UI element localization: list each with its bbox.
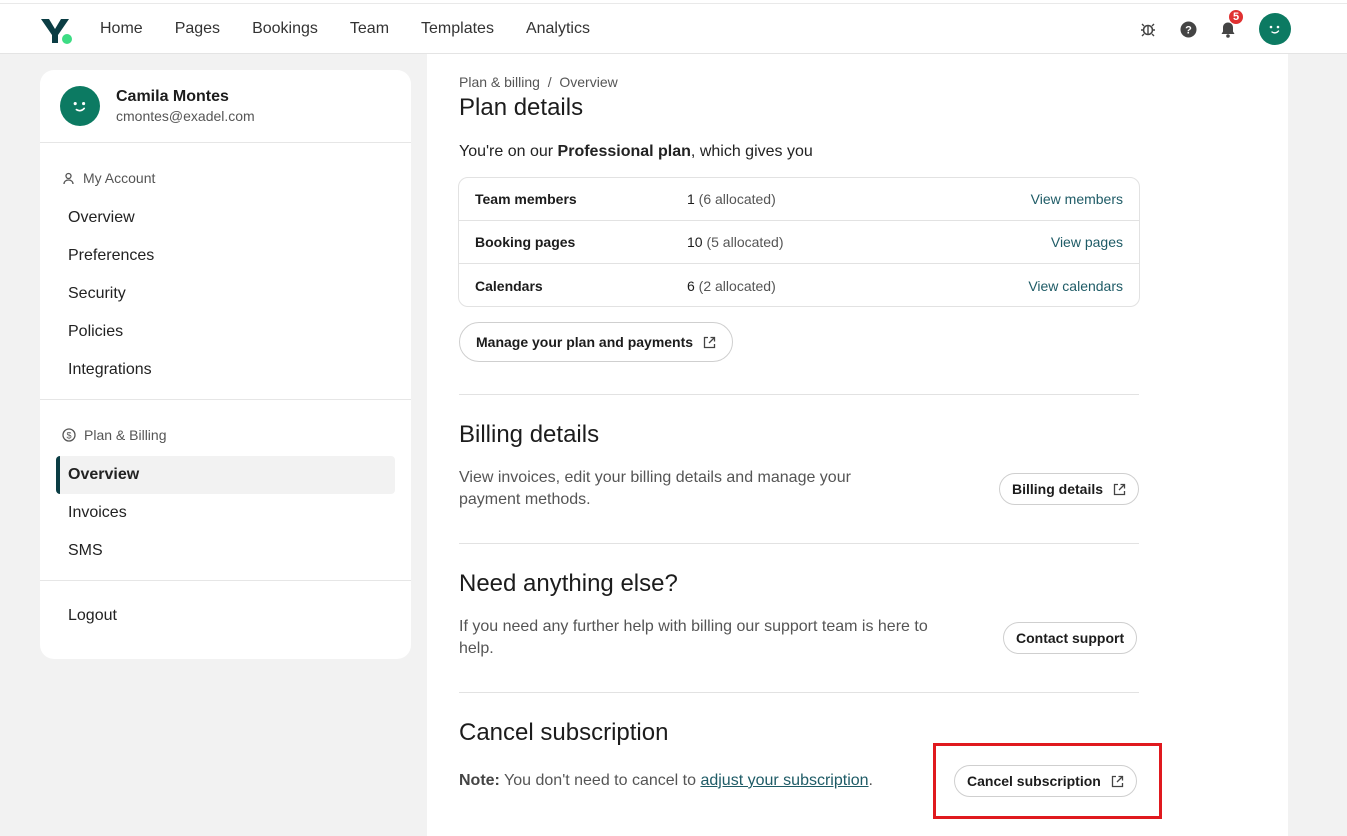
- avatar: [60, 86, 100, 126]
- divider: [459, 394, 1139, 395]
- intro-suffix: , which gives you: [690, 143, 813, 160]
- nav-pages[interactable]: Pages: [175, 20, 220, 38]
- row-label: Team members: [475, 191, 577, 207]
- billing-section: $ Plan & Billing Overview Invoices SMS: [40, 400, 411, 581]
- sidebar-item-security[interactable]: Security: [56, 275, 395, 313]
- row-value: 1 (6 allocated): [687, 191, 1031, 207]
- table-row: Booking pages 10 (5 allocated) View page…: [459, 221, 1139, 264]
- bell-icon[interactable]: 5: [1219, 9, 1244, 38]
- view-calendars-link[interactable]: View calendars: [1028, 278, 1139, 294]
- manage-plan-button[interactable]: Manage your plan and payments: [459, 322, 734, 362]
- billing-text: View invoices, edit your billing details…: [459, 469, 851, 508]
- top-navbar: Home Pages Bookings Team Templates Analy…: [0, 4, 1347, 54]
- sidebar-item-policies[interactable]: Policies: [56, 313, 395, 351]
- plan-table: Team members 1 (6 allocated) View member…: [458, 177, 1140, 307]
- svg-text:?: ?: [1185, 24, 1192, 36]
- account-heading: My Account: [40, 169, 411, 187]
- support-text: If you need any further help with billin…: [459, 618, 928, 657]
- account-section: My Account Overview Preferences Security…: [40, 143, 411, 400]
- contact-support-label: Contact support: [1016, 630, 1125, 646]
- row-value: 10 (5 allocated): [687, 234, 1051, 250]
- external-link-icon: [703, 336, 716, 348]
- divider: [459, 543, 1139, 544]
- page-title: Plan details: [459, 94, 584, 121]
- main-content: Plan & billing / Overview Plan details Y…: [427, 54, 1288, 836]
- cancel-title: Cancel subscription: [459, 719, 669, 746]
- logout-link[interactable]: Logout: [40, 581, 411, 651]
- avatar[interactable]: [1259, 13, 1291, 45]
- sidebar-item-invoices[interactable]: Invoices: [56, 494, 395, 532]
- row-count: 6: [687, 277, 695, 294]
- row-count: 1: [687, 191, 695, 207]
- nav-templates[interactable]: Templates: [421, 20, 494, 38]
- divider: [459, 692, 1139, 693]
- dollar-icon: $: [62, 428, 76, 442]
- sidebar-item-sms[interactable]: SMS: [56, 532, 395, 570]
- main-nav: Home Pages Bookings Team Templates Analy…: [100, 4, 590, 54]
- sidebar-item-preferences[interactable]: Preferences: [56, 237, 395, 275]
- cancel-note: Note: You don't need to cancel to adjust…: [459, 772, 873, 790]
- note-end: .: [868, 772, 873, 789]
- contact-support-button[interactable]: Contact support: [1003, 622, 1138, 654]
- row-label: Calendars: [475, 277, 543, 294]
- row-allocated: (6 allocated): [694, 191, 776, 207]
- billing-heading: $ Plan & Billing: [40, 426, 411, 444]
- profile-name: Camila Montes: [116, 88, 229, 105]
- row-label: Booking pages: [475, 234, 576, 250]
- sidebar-item-billing-overview[interactable]: Overview: [56, 456, 395, 494]
- note-label: Note:: [459, 772, 500, 789]
- nav-home[interactable]: Home: [100, 20, 143, 38]
- billing-title: Billing details: [459, 421, 600, 448]
- row-value: 6 (2 allocated): [687, 278, 1028, 294]
- app-logo[interactable]: [40, 17, 74, 45]
- svg-text:$: $: [66, 431, 71, 441]
- help-icon[interactable]: ?: [1179, 20, 1197, 38]
- profile-card: Camila Montes cmontes@exadel.com: [40, 70, 411, 143]
- plan-intro: You're on our Professional plan, which g…: [459, 143, 813, 161]
- table-row: Calendars 6 (2 allocated) View calendars: [459, 264, 1139, 307]
- row-allocated: (2 allocated): [694, 277, 776, 294]
- bug-icon[interactable]: [1139, 20, 1157, 38]
- external-link-icon: [1113, 483, 1126, 495]
- sidebar: Camila Montes cmontes@exadel.com My Acco…: [40, 70, 411, 659]
- billing-details-button[interactable]: Billing details: [999, 473, 1140, 505]
- billing-details-label: Billing details: [1012, 481, 1104, 497]
- account-heading-label: My Account: [83, 170, 156, 186]
- table-row: Team members 1 (6 allocated) View member…: [459, 178, 1139, 221]
- row-count: 10: [687, 234, 703, 250]
- sidebar-item-integrations[interactable]: Integrations: [56, 351, 395, 389]
- highlight-box: [933, 743, 1162, 819]
- user-icon: [63, 172, 74, 184]
- manage-plan-label: Manage your plan and payments: [476, 334, 694, 350]
- support-title: Need anything else?: [459, 570, 678, 597]
- view-members-link[interactable]: View members: [1031, 191, 1139, 207]
- intro-prefix: You're on our: [459, 143, 558, 160]
- plan-name: Professional plan: [557, 143, 691, 160]
- sidebar-item-overview[interactable]: Overview: [56, 199, 395, 237]
- row-allocated: (5 allocated): [702, 234, 784, 250]
- profile-email: cmontes@exadel.com: [116, 108, 255, 124]
- note-text: You don't need to cancel to: [499, 772, 701, 789]
- notification-badge: 5: [1228, 9, 1244, 25]
- breadcrumb: Plan & billing / Overview: [459, 74, 618, 90]
- billing-heading-label: Plan & Billing: [84, 427, 167, 443]
- view-pages-link[interactable]: View pages: [1051, 234, 1139, 250]
- nav-bookings[interactable]: Bookings: [252, 20, 318, 38]
- nav-analytics[interactable]: Analytics: [526, 20, 590, 38]
- adjust-subscription-link[interactable]: adjust your subscription: [700, 772, 868, 789]
- top-icons: ? 5: [1139, 4, 1291, 54]
- nav-team[interactable]: Team: [350, 20, 389, 38]
